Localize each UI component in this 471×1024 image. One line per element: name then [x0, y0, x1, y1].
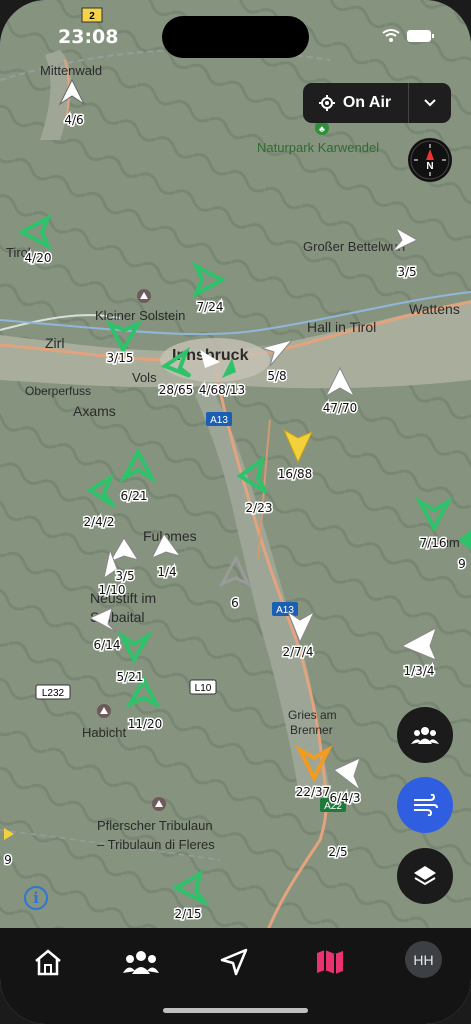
aircraft-label: 4/20: [25, 251, 52, 265]
group-icon: [411, 727, 439, 744]
place-label: Kleiner Solstein: [95, 308, 185, 323]
place-label: Gries am: [288, 708, 337, 722]
place-label: Oberperfuss: [25, 384, 91, 398]
aircraft-label: 22/37: [296, 785, 331, 799]
place-label: Habicht: [82, 725, 126, 740]
aircraft-label: 2/23: [246, 501, 273, 515]
compass-icon: N: [410, 140, 450, 180]
place-label: Zirl: [45, 335, 64, 351]
aircraft-label: 6: [231, 596, 239, 610]
info-icon[interactable]: i: [24, 886, 48, 910]
svg-text:A13: A13: [210, 415, 228, 426]
svg-text:L232: L232: [42, 688, 65, 699]
place-label: Vols: [132, 370, 157, 385]
place-label: Pflerscher Tribulaun: [97, 818, 213, 833]
peak-icon: [152, 797, 166, 811]
battery-icon: [407, 30, 434, 42]
on-air-button[interactable]: On Air: [303, 83, 407, 123]
peak-icon: [137, 289, 151, 303]
place-label: – Tribulaun di Fleres: [97, 837, 215, 852]
on-air-label: On Air: [342, 94, 392, 111]
chevron-down-icon: [424, 99, 436, 107]
aircraft-label: 11/20: [128, 717, 163, 731]
navigate-icon: [220, 948, 248, 976]
aircraft-label: 3/15: [107, 351, 134, 365]
dynamic-island: [162, 16, 309, 58]
aircraft-label: 1/3/4: [404, 664, 435, 678]
compass-button[interactable]: N: [408, 138, 452, 182]
aircraft-label: 2/7/4: [283, 645, 314, 659]
park-marker: ♣: [315, 121, 329, 135]
aircraft-label: 3/5: [115, 569, 134, 583]
aircraft-label: 4/68/13: [199, 383, 245, 397]
place-label: Wattens: [409, 301, 460, 317]
road-sign-l10: L10: [189, 679, 217, 695]
tab-pilots[interactable]: [121, 942, 161, 982]
aircraft-label: 3/5: [397, 265, 416, 279]
pilots-icon: [123, 951, 159, 974]
home-indicator: [163, 1008, 308, 1013]
wifi-icon: [382, 29, 400, 42]
tab-home[interactable]: [28, 942, 68, 982]
avatar[interactable]: HH: [405, 941, 442, 978]
tab-navigate[interactable]: [214, 942, 254, 982]
aircraft-label: 1/4: [157, 565, 176, 579]
svg-text:♣: ♣: [319, 124, 325, 134]
aircraft-label: 2/4/2: [84, 515, 115, 529]
aircraft-label: 2/5: [328, 845, 347, 859]
aircraft-label: 7/16: [420, 536, 447, 550]
status-time: 23:08: [58, 26, 119, 48]
svg-text:L10: L10: [195, 683, 212, 694]
place-label: Großer Bettelwurf: [303, 239, 406, 254]
phone-screen: 2 A13 A13 L232 L10 A22 Mittenwald ♣ Natu…: [0, 0, 471, 1024]
road-sign-a13-south: A13: [272, 602, 298, 616]
layers-button[interactable]: [397, 848, 453, 904]
tab-map[interactable]: [310, 942, 350, 982]
aircraft-label: 5/21: [117, 670, 144, 684]
aircraft-label: 47/70: [323, 401, 358, 415]
location-target-icon: [318, 95, 335, 111]
aircraft-label: 6/14: [94, 638, 121, 652]
aircraft-label: 6/21: [121, 489, 148, 503]
place-label: Axams: [73, 403, 116, 419]
road-sign-a13-north: A13: [206, 412, 232, 426]
map-icon: [317, 950, 343, 974]
status-icons: [381, 28, 437, 48]
aircraft-label: 5/8: [267, 369, 286, 383]
aircraft-label: 28/65: [159, 383, 194, 397]
aircraft-label: 1/10: [99, 583, 126, 597]
layers-icon: [414, 866, 436, 886]
aircraft-label: 4/6: [64, 113, 83, 127]
aircraft-label: 9: [4, 853, 12, 867]
place-label: Hall in Tirol: [307, 319, 376, 335]
place-label: Brenner: [290, 723, 333, 737]
on-air-dropdown-button[interactable]: [409, 83, 451, 123]
status-bar: 23:08: [0, 0, 471, 70]
place-label: Naturpark Karwendel: [257, 140, 379, 155]
wind-button[interactable]: [397, 777, 453, 833]
road-sign-l232: L232: [35, 684, 71, 700]
aircraft-label: 6/4/3: [330, 791, 361, 805]
aircraft-label: 16/88: [278, 467, 313, 481]
svg-text:N: N: [426, 161, 433, 172]
peak-icon: [97, 704, 111, 718]
aircraft-label: 2/15: [175, 907, 202, 921]
on-air-control: On Air: [303, 83, 451, 123]
aircraft-label: 7/24: [197, 300, 224, 314]
home-icon: [35, 949, 61, 976]
aircraft-label: 9: [458, 557, 466, 571]
wind-icon: [414, 794, 438, 816]
group-button[interactable]: [397, 707, 453, 763]
